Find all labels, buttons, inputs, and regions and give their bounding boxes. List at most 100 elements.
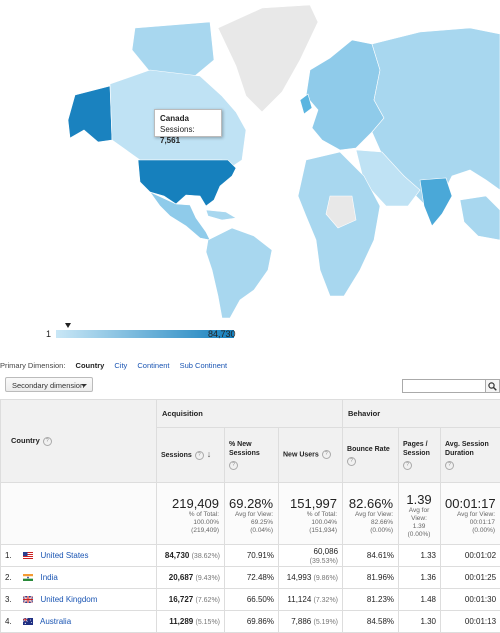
- behavior-group-header: Behavior: [343, 400, 500, 428]
- table-row: 2. India 20,687 (9.43%) 72.48% 14,993 (9…: [1, 567, 500, 589]
- totals-new-users-sub1: % of Total:: [283, 511, 337, 519]
- secondary-dimension-button[interactable]: Secondary dimension: [5, 377, 93, 392]
- table-row: 1. United States 84,730 (38.62%) 70.91% …: [1, 545, 500, 567]
- tooltip-metric: Sessions: 7,561: [160, 124, 216, 146]
- primary-dimension-label: Primary Dimension:: [0, 361, 65, 370]
- country-link[interactable]: United States: [40, 551, 88, 560]
- avg-duration-column-header[interactable]: Avg. Session Duration?: [441, 428, 500, 483]
- totals-pages-session-value: 1.39: [403, 493, 435, 507]
- totals-new-users-sub3: (151,934): [283, 527, 337, 535]
- duration-cell: 00:01:30: [441, 589, 500, 611]
- sessions-value: 11,289: [169, 617, 193, 626]
- pages-cell: 1.48: [399, 589, 441, 611]
- search-input[interactable]: [402, 379, 486, 393]
- au-flag-icon: [23, 618, 33, 625]
- totals-row: 219,409 % of Total: 100.00% (219,409) 69…: [1, 483, 500, 545]
- pages-session-column-header[interactable]: Pages / Session?: [399, 428, 441, 483]
- new-users-cell: 60,086 (39.53%): [279, 545, 343, 567]
- sessions-pct: (7.62%): [195, 597, 220, 604]
- sort-descending-icon[interactable]: ↓: [207, 449, 212, 459]
- totals-new-sessions-sub2: 69.25%: [229, 519, 273, 527]
- new-users-value: 60,086: [314, 547, 338, 556]
- country-cell: 3. United Kingdom: [1, 589, 157, 611]
- new-sessions-header-label: % New Sessions: [229, 441, 260, 457]
- dimension-option-city[interactable]: City: [114, 361, 127, 370]
- totals-bounce-rate: 82.66% Avg for View: 82.66% (0.00%): [343, 483, 399, 545]
- sessions-pct: (38.62%): [192, 553, 220, 560]
- search-button[interactable]: [486, 379, 500, 393]
- row-index: 4.: [5, 617, 19, 626]
- country-link[interactable]: United Kingdom: [40, 595, 97, 604]
- country-link[interactable]: India: [40, 573, 57, 582]
- in-flag-icon: [23, 574, 33, 581]
- new-users-header-label: New Users: [283, 452, 319, 459]
- totals-bounce-rate-sub3: (0.00%): [347, 527, 393, 535]
- sessions-value: 84,730: [165, 551, 189, 560]
- totals-pages-session-sub1: Avg for View:: [403, 507, 435, 523]
- bounce-rate-header-label: Bounce Rate: [347, 446, 390, 453]
- totals-new-users-value: 151,997: [283, 497, 337, 511]
- help-icon[interactable]: ?: [43, 437, 52, 446]
- new-users-pct: (5.19%): [314, 619, 339, 626]
- table-row: 3. United Kingdom 16,727 (7.62%) 66.50% …: [1, 589, 500, 611]
- new-users-cell: 11,124 (7.32%): [279, 589, 343, 611]
- new-sessions-column-header[interactable]: % New Sessions?: [225, 428, 279, 483]
- legend-min: 1: [46, 329, 51, 339]
- dimension-option-sub-continent[interactable]: Sub Continent: [180, 361, 228, 370]
- new-sessions-cell: 70.91%: [225, 545, 279, 567]
- map-legend: 1 84,730: [30, 325, 240, 341]
- new-users-value: 11,124: [287, 595, 311, 604]
- new-sessions-cell: 66.50%: [225, 589, 279, 611]
- duration-cell: 00:01:02: [441, 545, 500, 567]
- world-map-svg[interactable]: [0, 0, 500, 318]
- sessions-header-label: Sessions: [161, 452, 192, 459]
- sessions-value: 16,727: [169, 595, 193, 604]
- avg-duration-header-label: Avg. Session Duration: [445, 441, 489, 457]
- new-sessions-cell: 69.86%: [225, 611, 279, 633]
- country-column-header[interactable]: Country?: [1, 400, 157, 483]
- totals-new-sessions: 69.28% Avg for View: 69.25% (0.04%): [225, 483, 279, 545]
- totals-sessions: 219,409 % of Total: 100.00% (219,409): [157, 483, 225, 545]
- new-users-cell: 7,886 (5.19%): [279, 611, 343, 633]
- sessions-pct: (9.43%): [195, 575, 220, 582]
- world-map[interactable]: Canada Sessions: 7,561: [0, 0, 500, 318]
- caret-down-icon: [81, 384, 87, 387]
- pages-cell: 1.36: [399, 567, 441, 589]
- search-icon: [488, 382, 497, 391]
- sessions-value: 20,687: [169, 573, 193, 582]
- totals-bounce-rate-value: 82.66%: [347, 497, 393, 511]
- bounce-rate-cell: 81.23%: [343, 589, 399, 611]
- us-flag-icon: [23, 552, 33, 559]
- bounce-rate-cell: 84.58%: [343, 611, 399, 633]
- help-icon[interactable]: ?: [229, 461, 238, 470]
- country-link[interactable]: Australia: [40, 617, 71, 626]
- legend-max: 84,730: [208, 329, 236, 339]
- row-index: 2.: [5, 573, 19, 582]
- new-users-pct: (39.53%): [310, 558, 338, 565]
- country-header-label: Country: [11, 436, 40, 445]
- bounce-rate-column-header[interactable]: Bounce Rate?: [343, 428, 399, 483]
- totals-new-sessions-sub1: Avg for View:: [229, 511, 273, 519]
- totals-new-sessions-value: 69.28%: [229, 497, 273, 511]
- dimension-option-country[interactable]: Country: [76, 361, 105, 370]
- country-cell: 2. India: [1, 567, 157, 589]
- totals-bounce-rate-sub1: Avg for View:: [347, 511, 393, 519]
- totals-avg-duration: 00:01:17 Avg for View: 00:01:17 (0.00%): [441, 483, 500, 545]
- help-icon[interactable]: ?: [322, 450, 331, 459]
- help-icon[interactable]: ?: [445, 461, 454, 470]
- uk-flag-icon: [23, 596, 33, 603]
- totals-avg-duration-sub2: 00:01:17: [445, 519, 495, 527]
- help-icon[interactable]: ?: [347, 457, 356, 466]
- duration-cell: 00:01:13: [441, 611, 500, 633]
- help-icon[interactable]: ?: [403, 461, 412, 470]
- totals-bounce-rate-sub2: 82.66%: [347, 519, 393, 527]
- sessions-column-header[interactable]: Sessions?↓: [157, 428, 225, 483]
- help-icon[interactable]: ?: [195, 451, 204, 460]
- tooltip-metric-value: 7,561: [160, 136, 180, 145]
- totals-new-sessions-sub3: (0.04%): [229, 527, 273, 535]
- tooltip-metric-label: Sessions:: [160, 125, 195, 134]
- new-users-column-header[interactable]: New Users?: [279, 428, 343, 483]
- dimension-option-continent[interactable]: Continent: [137, 361, 169, 370]
- totals-avg-duration-value: 00:01:17: [445, 497, 495, 511]
- pages-cell: 1.30: [399, 611, 441, 633]
